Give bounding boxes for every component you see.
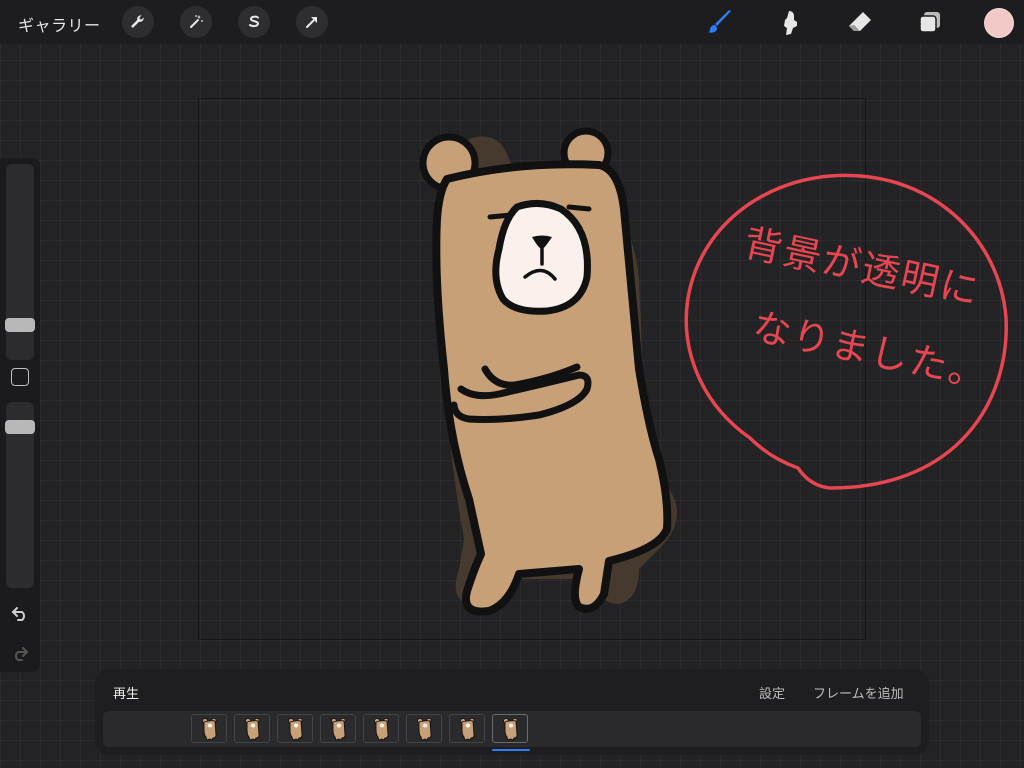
- opacity-slider[interactable]: [5, 420, 35, 434]
- frame-bear-thumbnail: [374, 717, 389, 741]
- speech-text-group: 背景が透明に なりました。: [649, 137, 1024, 528]
- frame-bear-thumbnail: [245, 717, 260, 741]
- speech-bubble: 背景が透明に なりました。: [680, 168, 1010, 498]
- frame-bear-thumbnail: [503, 717, 518, 741]
- animation-frame-thumbnail[interactable]: [406, 714, 442, 743]
- frame-bear-thumbnail: [288, 717, 303, 741]
- animation-frame-thumbnail[interactable]: [191, 714, 227, 743]
- undo-icon[interactable]: [8, 602, 32, 624]
- modify-button[interactable]: [11, 368, 29, 386]
- redo-icon[interactable]: [8, 642, 32, 664]
- color-swatch[interactable]: [984, 8, 1014, 38]
- left-sidebar: [0, 158, 40, 672]
- frame-bear-thumbnail: [331, 717, 346, 741]
- magic-wand-icon[interactable]: [180, 6, 212, 38]
- brush-icon[interactable]: [704, 6, 736, 38]
- transform-arrow-icon[interactable]: [296, 6, 328, 38]
- settings-button[interactable]: 設定: [759, 683, 785, 702]
- wrench-icon[interactable]: [122, 6, 154, 38]
- frame-timeline: [103, 711, 921, 747]
- play-button[interactable]: 再生: [113, 683, 139, 702]
- smudge-icon[interactable]: [774, 6, 806, 38]
- frame-bear-thumbnail: [417, 717, 432, 741]
- animation-frame-thumbnail[interactable]: [320, 714, 356, 743]
- add-frame-button[interactable]: フレームを追加: [813, 683, 904, 702]
- layers-icon[interactable]: [914, 6, 946, 38]
- bear-illustration: [419, 127, 672, 616]
- selection-icon[interactable]: [238, 6, 270, 38]
- animation-frame-thumbnail[interactable]: [492, 714, 528, 743]
- animation-frame-thumbnail[interactable]: [277, 714, 313, 743]
- animation-assist-panel: 再生 設定 フレームを追加: [95, 669, 929, 755]
- gallery-button[interactable]: ギャラリー: [18, 12, 101, 36]
- top-toolbar: ギャラリー: [0, 0, 1024, 44]
- frame-bear-thumbnail: [202, 717, 217, 741]
- selected-frame-indicator: [492, 749, 530, 751]
- animation-frame-thumbnail[interactable]: [234, 714, 270, 743]
- animation-frame-thumbnail[interactable]: [449, 714, 485, 743]
- animation-frame-thumbnail[interactable]: [363, 714, 399, 743]
- brush-size-slider[interactable]: [5, 318, 35, 332]
- frame-bear-thumbnail: [460, 717, 475, 741]
- eraser-icon[interactable]: [844, 6, 876, 38]
